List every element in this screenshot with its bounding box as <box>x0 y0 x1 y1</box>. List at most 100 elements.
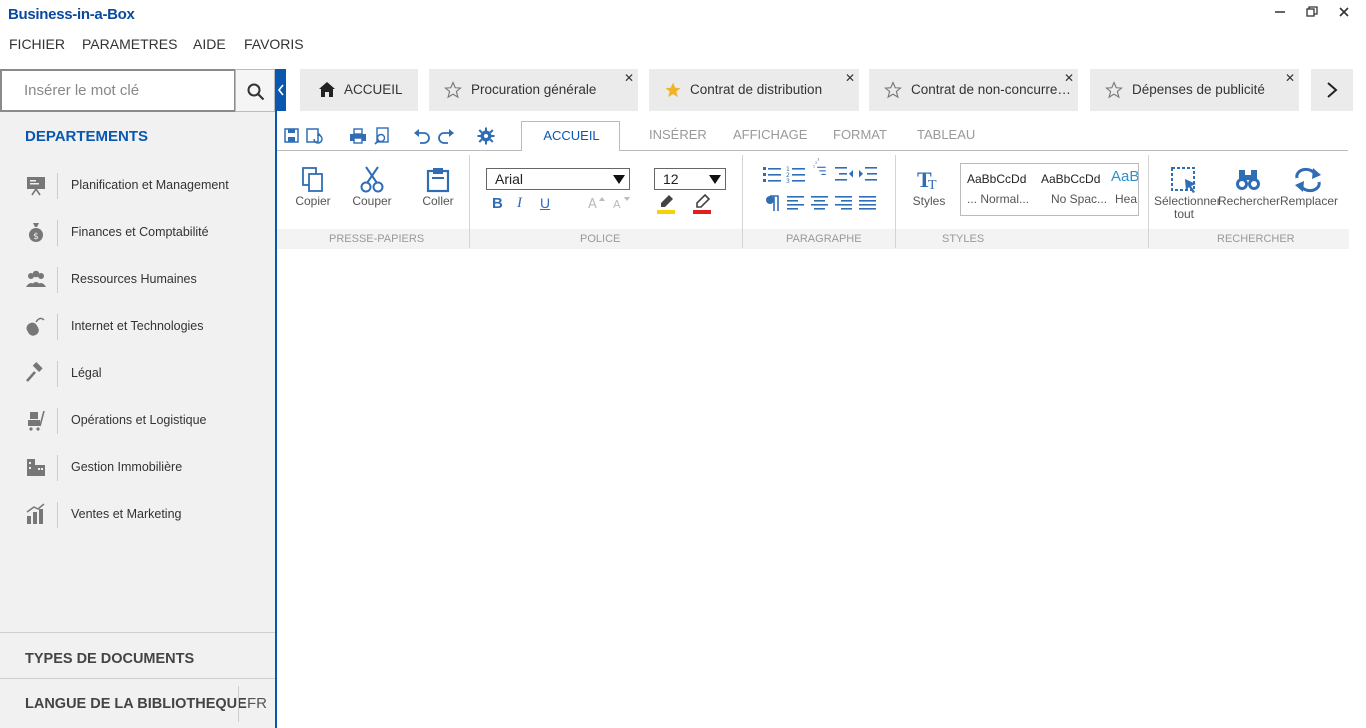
department-label: Finances et Comptabilité <box>71 225 209 239</box>
cut-button[interactable]: Couper <box>351 163 393 223</box>
redo-icon[interactable] <box>437 127 455 145</box>
close-tab-button[interactable]: ✕ <box>845 71 855 85</box>
department-item-ventes[interactable]: Ventes et Marketing <box>0 502 275 549</box>
divider <box>238 686 239 722</box>
language-code[interactable]: FR <box>247 695 267 712</box>
app-logo: Business-in-a-Box <box>8 6 135 23</box>
cut-label: Couper <box>352 194 392 208</box>
paste-button[interactable]: Coller <box>418 163 458 223</box>
copy-button[interactable]: Copier <box>293 163 333 223</box>
document-types-button[interactable]: TYPES DE DOCUMENTS <box>25 651 194 667</box>
style-sample-heading[interactable]: AaB <box>1111 168 1138 185</box>
ribbon-tab-format[interactable]: FORMAT <box>833 127 887 142</box>
bold-button[interactable]: B <box>492 195 503 212</box>
align-justify-icon[interactable] <box>858 193 878 213</box>
font-color-icon[interactable] <box>692 193 712 215</box>
tab-label: Procuration générale <box>471 82 597 97</box>
tabs-scroll-right-button[interactable] <box>1311 69 1353 111</box>
star-outline-icon <box>884 81 902 99</box>
pilcrow-icon[interactable] <box>762 193 782 213</box>
search-box <box>0 69 236 112</box>
tab-document-active[interactable]: Contrat de distribution ✕ <box>649 69 859 111</box>
department-label: Ressources Humaines <box>71 272 197 286</box>
collapse-sidebar-button[interactable] <box>276 69 286 111</box>
ribbon-tab-affichage[interactable]: AFFICHAGE <box>733 127 807 142</box>
tab-document[interactable]: Procuration générale ✕ <box>429 69 638 111</box>
close-tab-button[interactable]: ✕ <box>1064 71 1074 85</box>
italic-button[interactable]: I <box>517 195 522 212</box>
tab-label: ACCUEIL <box>344 82 403 97</box>
department-item-ressources-humaines[interactable]: Ressources Humaines <box>0 267 275 314</box>
save-icon[interactable] <box>283 127 301 145</box>
department-item-legal[interactable]: Légal <box>0 361 275 408</box>
align-right-icon[interactable] <box>834 193 854 213</box>
style-name-heading: Hea <box>1115 192 1138 206</box>
numbered-list-icon[interactable]: 123 <box>786 164 806 184</box>
font-family-select[interactable]: Arial <box>486 168 630 190</box>
ribbon-tab-tableau[interactable]: TABLEAU <box>917 127 975 142</box>
restore-icon <box>1306 6 1318 17</box>
font-size-select[interactable]: 12 <box>654 168 726 190</box>
copy-icon <box>302 167 323 192</box>
styles-button[interactable]: TT Styles <box>909 163 949 223</box>
print-icon[interactable] <box>349 127 367 145</box>
department-item-finances[interactable]: $ Finances et Comptabilité <box>0 220 275 267</box>
tab-document[interactable]: Contrat de non-concurren... ✕ <box>869 69 1078 111</box>
settings-gear-icon[interactable] <box>477 127 495 145</box>
multilevel-list-icon[interactable]: 321 <box>810 156 830 176</box>
item-separator <box>57 408 58 434</box>
search-button[interactable] <box>235 69 275 112</box>
indent-increase-icon[interactable] <box>858 164 878 184</box>
close-tab-button[interactable]: ✕ <box>624 71 634 85</box>
departments-title: DEPARTEMENTS <box>25 128 149 145</box>
highlight-color-icon[interactable] <box>656 193 676 215</box>
menu-parametres[interactable]: PARAMETRES <box>82 36 177 52</box>
underline-button[interactable]: U <box>540 195 550 211</box>
ribbon-tab-inserer[interactable]: INSÉRER <box>649 127 707 142</box>
grow-font-icon[interactable]: A <box>587 193 607 213</box>
style-name-no-spacing: No Spac... <box>1051 192 1108 206</box>
minimize-button[interactable] <box>1268 4 1292 24</box>
buildings-icon <box>27 459 45 476</box>
bullet-list-icon[interactable] <box>762 164 782 184</box>
department-item-gestion-immobiliere[interactable]: Gestion Immobilière <box>0 455 275 502</box>
svg-text:1: 1 <box>813 164 815 168</box>
department-label: Légal <box>71 366 102 380</box>
shrink-font-icon[interactable]: A <box>612 193 632 213</box>
document-canvas[interactable] <box>277 250 1366 728</box>
department-item-internet[interactable]: Internet et Technologies <box>0 314 275 361</box>
align-center-icon[interactable] <box>810 193 830 213</box>
undo-icon[interactable] <box>413 127 431 145</box>
style-sample-no-spacing[interactable]: AaBbCcDd <box>1041 172 1100 186</box>
tab-document[interactable]: Dépenses de publicité ✕ <box>1090 69 1299 111</box>
close-tab-button[interactable]: ✕ <box>1285 71 1295 85</box>
search-input[interactable] <box>2 71 234 110</box>
ribbon-tab-accueil[interactable]: ACCUEIL <box>521 121 620 151</box>
menu-aide[interactable]: AIDE <box>193 36 226 52</box>
styles-gallery[interactable]: AaBbCcDd ... Normal... AaBbCcDd No Spac.… <box>960 163 1139 216</box>
group-separator <box>469 155 470 248</box>
restore-button[interactable] <box>1300 4 1324 24</box>
ribbon-tab-label: ACCUEIL <box>543 128 600 143</box>
indent-decrease-icon[interactable] <box>834 164 854 184</box>
svg-text:3: 3 <box>817 157 819 161</box>
close-window-button[interactable] <box>1332 4 1356 24</box>
style-sample-normal[interactable]: AaBbCcDd <box>967 172 1026 186</box>
menu-fichier[interactable]: FICHIER <box>9 36 65 52</box>
select-all-button[interactable]: Sélectionner tout <box>1154 163 1221 223</box>
clipboard-paste-icon <box>426 168 450 193</box>
find-button[interactable]: Rechercher <box>1218 163 1280 223</box>
tab-home[interactable]: ACCUEIL <box>300 69 418 111</box>
department-item-planification[interactable]: Planification et Management <box>0 173 275 220</box>
library-language-button[interactable]: LANGUE DE LA BIBLIOTHEQUE <box>25 696 247 712</box>
svg-text:A: A <box>588 197 597 212</box>
print-preview-icon[interactable] <box>374 127 392 145</box>
search-icon <box>247 83 265 101</box>
align-left-icon[interactable] <box>786 193 806 213</box>
replace-button[interactable]: Remplacer <box>1280 163 1339 223</box>
styles-label: Styles <box>912 194 946 208</box>
save-as-icon[interactable] <box>305 127 323 145</box>
replace-label: Remplacer <box>1280 194 1339 208</box>
department-item-operations[interactable]: Opérations et Logistique <box>0 408 275 455</box>
menu-favoris[interactable]: FAVORIS <box>244 36 304 52</box>
